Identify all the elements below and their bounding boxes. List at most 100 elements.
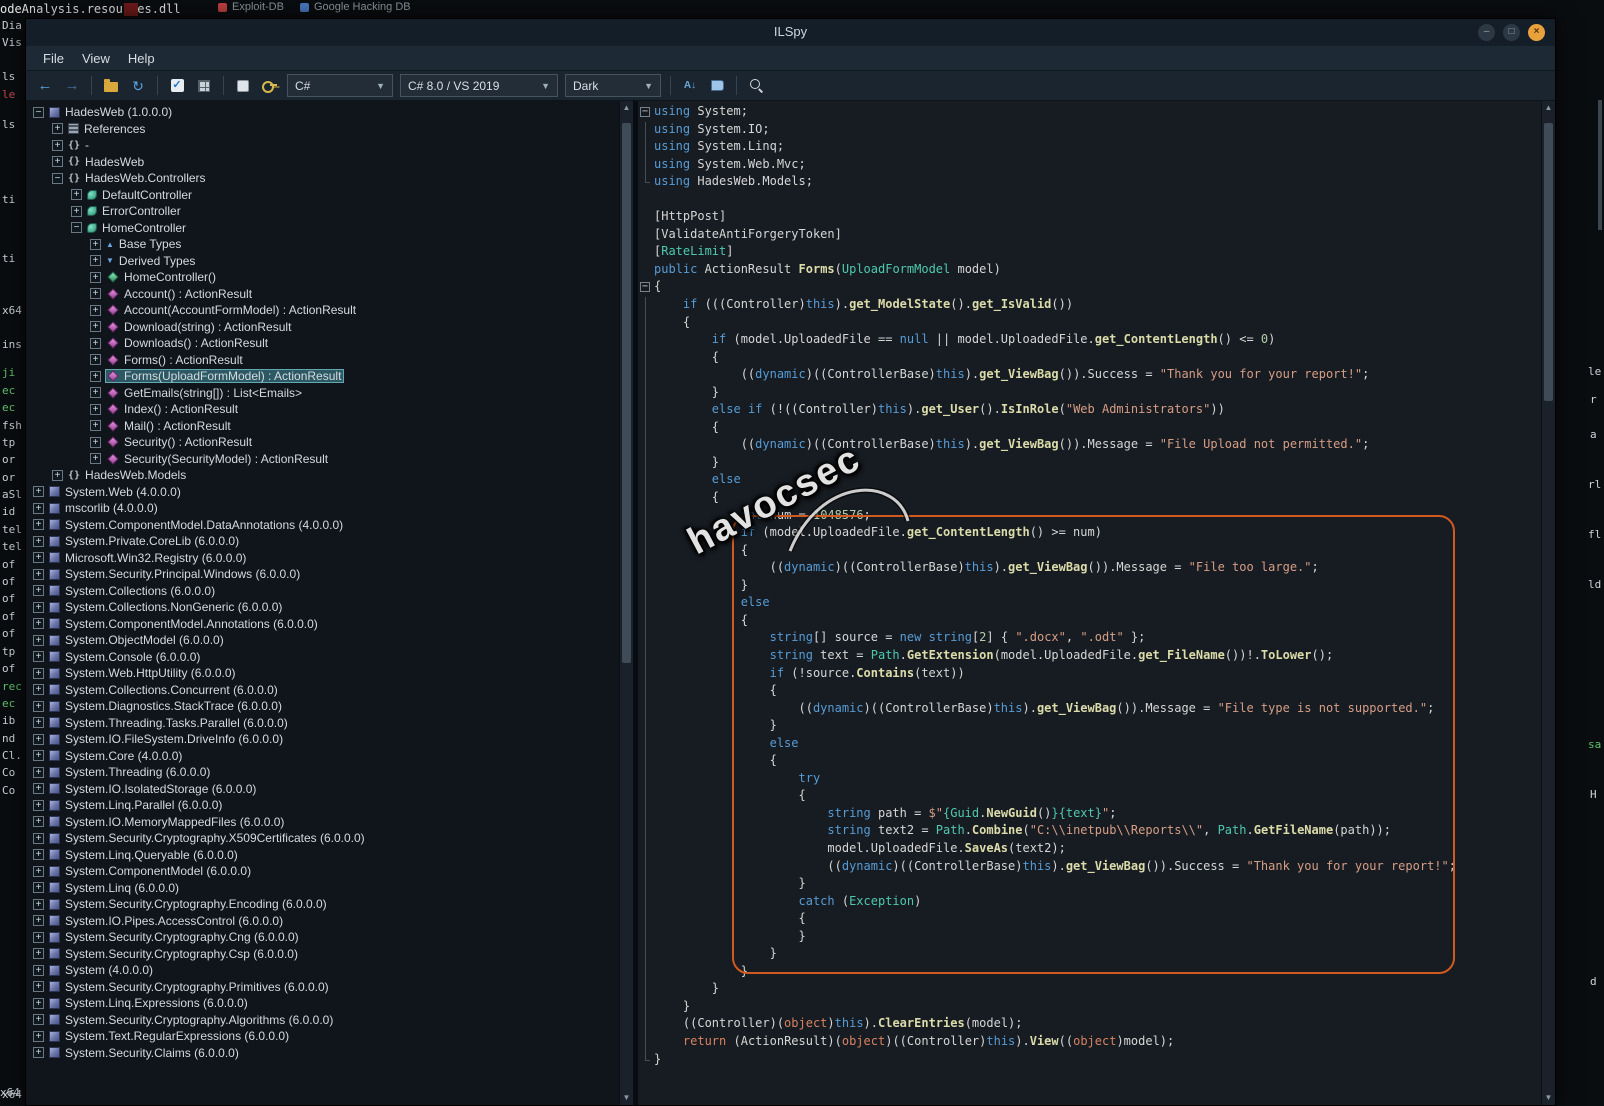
expand-icon[interactable]: +: [33, 750, 44, 761]
tree-item[interactable]: +HomeController(): [26, 269, 619, 286]
tree-item[interactable]: +Security(SecurityModel) : ActionResult: [26, 451, 619, 468]
expand-icon[interactable]: +: [33, 701, 44, 712]
tree-item[interactable]: +System.ObjectModel (6.0.0.0): [26, 632, 619, 649]
tree-item[interactable]: +Downloads() : ActionResult: [26, 335, 619, 352]
expand-icon[interactable]: +: [33, 503, 44, 514]
expand-icon[interactable]: +: [52, 140, 63, 151]
tree-item[interactable]: +System.IO.Pipes.AccessControl (6.0.0.0): [26, 913, 619, 930]
scroll-down-icon[interactable]: ▼: [620, 1091, 633, 1105]
tree-item[interactable]: +System.Web (4.0.0.0): [26, 484, 619, 501]
toggle-internal-button[interactable]: [233, 74, 253, 98]
tree-item[interactable]: +Security() : ActionResult: [26, 434, 619, 451]
expand-icon[interactable]: +: [90, 288, 101, 299]
expand-icon[interactable]: +: [71, 206, 82, 217]
scroll-track[interactable]: [620, 115, 633, 1091]
scrollbar-thumb[interactable]: [1544, 123, 1553, 401]
expand-icon[interactable]: +: [33, 932, 44, 943]
tree-item[interactable]: −HomeController: [26, 220, 619, 237]
menu-item-help[interactable]: Help: [119, 48, 164, 69]
tree-item[interactable]: +Forms(UploadFormModel) : ActionResult: [26, 368, 619, 385]
expand-icon[interactable]: +: [90, 371, 101, 382]
expand-icon[interactable]: +: [90, 239, 101, 250]
expand-icon[interactable]: +: [33, 569, 44, 580]
tree-item[interactable]: +System.Security.Cryptography.Algorithms…: [26, 1012, 619, 1029]
tree-item[interactable]: +System.Security.Cryptography.Csp (6.0.0…: [26, 946, 619, 963]
tree-item[interactable]: +▼Derived Types: [26, 253, 619, 270]
expand-icon[interactable]: +: [90, 420, 101, 431]
tree-item[interactable]: +System.ComponentModel.Annotations (6.0.…: [26, 616, 619, 633]
tree-item[interactable]: +Mail() : ActionResult: [26, 418, 619, 435]
tree-item[interactable]: +System.Console (6.0.0.0): [26, 649, 619, 666]
tree-item[interactable]: +Account(AccountFormModel) : ActionResul…: [26, 302, 619, 319]
collapse-icon[interactable]: −: [52, 173, 63, 184]
scrollbar-thumb[interactable]: [622, 123, 631, 663]
code-scrollbar[interactable]: ▲ ▼: [1541, 101, 1555, 1105]
window-minimize-button[interactable]: –: [1478, 24, 1495, 41]
expand-icon[interactable]: +: [52, 123, 63, 134]
expand-icon[interactable]: +: [33, 783, 44, 794]
expand-icon[interactable]: +: [90, 338, 101, 349]
tree-item[interactable]: +GetEmails(string[]) : List<Emails>: [26, 385, 619, 402]
window-close-button[interactable]: ×: [1528, 24, 1545, 41]
tree-item[interactable]: +System (4.0.0.0): [26, 962, 619, 979]
expand-icon[interactable]: +: [33, 1014, 44, 1025]
tree-item[interactable]: +System.Linq.Expressions (6.0.0.0): [26, 995, 619, 1012]
tree-item[interactable]: +DefaultController: [26, 187, 619, 204]
tree-item[interactable]: +System.Text.RegularExpressions (6.0.0.0…: [26, 1028, 619, 1045]
tree-item[interactable]: +{}HadesWeb.Models: [26, 467, 619, 484]
tree-item[interactable]: +System.Security.Cryptography.X509Certif…: [26, 830, 619, 847]
tree-item[interactable]: +System.Collections.NonGeneric (6.0.0.0): [26, 599, 619, 616]
expand-icon[interactable]: +: [33, 635, 44, 646]
tree-item[interactable]: +System.Security.Cryptography.Cng (6.0.0…: [26, 929, 619, 946]
tree-item[interactable]: +System.Linq (6.0.0.0): [26, 880, 619, 897]
tree-item[interactable]: +{}-: [26, 137, 619, 154]
tree-item[interactable]: +System.Collections (6.0.0.0): [26, 583, 619, 600]
expand-icon[interactable]: +: [90, 387, 101, 398]
tree-item[interactable]: +System.Threading.Tasks.Parallel (6.0.0.…: [26, 715, 619, 732]
show-internal-api-button[interactable]: [260, 74, 280, 98]
tree-item[interactable]: +System.ComponentModel.DataAnnotations (…: [26, 517, 619, 534]
expand-icon[interactable]: +: [33, 800, 44, 811]
expand-icon[interactable]: +: [90, 305, 101, 316]
expand-icon[interactable]: +: [33, 816, 44, 827]
tree-item[interactable]: +System.Core (4.0.0.0): [26, 748, 619, 765]
fold-collapse-icon[interactable]: −: [640, 282, 650, 292]
collapse-icon[interactable]: −: [33, 107, 44, 118]
expand-icon[interactable]: +: [33, 981, 44, 992]
expand-icon[interactable]: +: [90, 453, 101, 464]
tree-item[interactable]: +System.ComponentModel (6.0.0.0): [26, 863, 619, 880]
scroll-track[interactable]: [1542, 115, 1555, 1091]
tree-item[interactable]: +References: [26, 121, 619, 138]
tree-item[interactable]: +Forms() : ActionResult: [26, 352, 619, 369]
tree-item[interactable]: +System.Diagnostics.StackTrace (6.0.0.0): [26, 698, 619, 715]
tree-item[interactable]: +System.Linq.Queryable (6.0.0.0): [26, 847, 619, 864]
expand-icon[interactable]: +: [33, 866, 44, 877]
docs-button[interactable]: [707, 74, 727, 98]
fold-collapse-icon[interactable]: −: [640, 107, 650, 117]
expand-icon[interactable]: +: [33, 519, 44, 530]
expand-icon[interactable]: +: [33, 965, 44, 976]
expand-icon[interactable]: +: [52, 470, 63, 481]
expand-icon[interactable]: +: [90, 354, 101, 365]
expand-icon[interactable]: +: [90, 321, 101, 332]
tree-item[interactable]: +System.Security.Claims (6.0.0.0): [26, 1045, 619, 1062]
tree-item[interactable]: +System.Security.Cryptography.Encoding (…: [26, 896, 619, 913]
expand-icon[interactable]: +: [33, 882, 44, 893]
tree-item[interactable]: +System.Security.Principal.Windows (6.0.…: [26, 566, 619, 583]
tree-item[interactable]: +▲Base Types: [26, 236, 619, 253]
theme-select[interactable]: Dark ▼: [565, 74, 661, 97]
forward-button[interactable]: →: [62, 74, 82, 98]
expand-icon[interactable]: +: [71, 189, 82, 200]
expand-icon[interactable]: +: [52, 156, 63, 167]
expand-icon[interactable]: +: [33, 536, 44, 547]
expand-icon[interactable]: +: [33, 767, 44, 778]
expand-icon[interactable]: +: [33, 668, 44, 679]
tree-item[interactable]: +System.Private.CoreLib (6.0.0.0): [26, 533, 619, 550]
sort-assemblies-button[interactable]: A↓: [680, 74, 700, 98]
collapse-icon[interactable]: −: [71, 222, 82, 233]
tree-item[interactable]: −{}HadesWeb.Controllers: [26, 170, 619, 187]
tree-item[interactable]: −HadesWeb (1.0.0.0): [26, 104, 619, 121]
expand-icon[interactable]: +: [90, 404, 101, 415]
expand-icon[interactable]: +: [33, 1031, 44, 1042]
tree-item[interactable]: +System.Web.HttpUtility (6.0.0.0): [26, 665, 619, 682]
